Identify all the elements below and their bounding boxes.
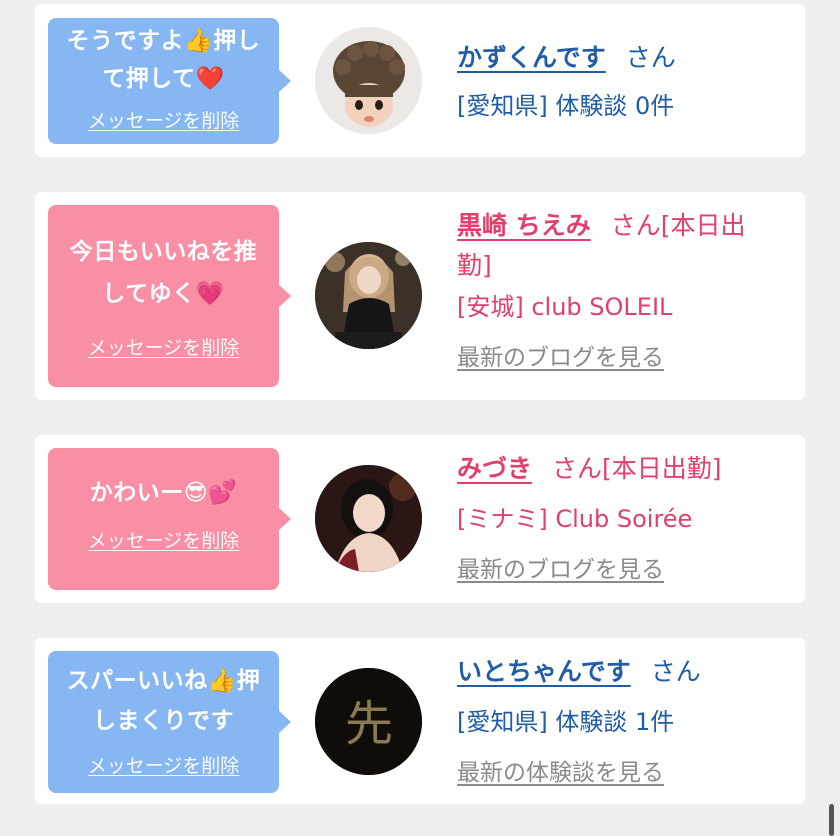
message-text: してゆく💗 bbox=[102, 281, 225, 307]
latest-blog-link[interactable]: 最新のブログを見る bbox=[457, 557, 664, 583]
honorific-status: さん[本日出 bbox=[610, 211, 746, 240]
delete-message-link[interactable]: メッセージを削除 bbox=[88, 333, 240, 360]
message-text: て押して❤️ bbox=[102, 66, 225, 92]
user-info: かずくんです さん [愛知県] 体験談 0件 bbox=[457, 40, 785, 129]
message-text: かわいー😎💕 bbox=[89, 480, 238, 506]
delete-message-link[interactable]: メッセージを削除 bbox=[88, 751, 240, 778]
message-bubble: スパーいいね👍押 しまくりです メッセージを削除 bbox=[48, 651, 291, 793]
user-name-link[interactable]: みづき bbox=[457, 454, 532, 483]
user-info: いとちゃんです さん [愛知県] 体験談 1件 最新の体験談を見る bbox=[457, 652, 785, 787]
message-text: スパーいいね👍押 bbox=[66, 668, 261, 694]
message-card: そうですよ👍押し て押して❤️ メッセージを削除 かずくんです さん [愛知県] … bbox=[35, 4, 805, 157]
cast-photo-avatar bbox=[315, 242, 422, 349]
honorific: さん bbox=[625, 43, 676, 72]
avatar[interactable]: 先 bbox=[315, 668, 422, 775]
user-info: 黒崎 ちえみ さん[本日出 勤] [安城] club SOLEIL 最新のブログを… bbox=[457, 206, 785, 372]
honorific-status: さん[本日出勤] bbox=[552, 454, 722, 483]
avatar[interactable] bbox=[315, 27, 422, 134]
user-name-link[interactable]: いとちゃんです bbox=[457, 657, 631, 686]
latest-review-link[interactable]: 最新の体験談を見る bbox=[457, 760, 664, 786]
delete-message-link[interactable]: メッセージを削除 bbox=[88, 526, 240, 553]
user-name-link[interactable]: かずくんです bbox=[457, 43, 606, 72]
scrollbar[interactable] bbox=[829, 804, 834, 836]
message-card: 今日もいいねを推 してゆく💗 メッセージを削除 黒崎 ちえみ さん[本日出 勤] … bbox=[35, 192, 805, 400]
delete-message-link[interactable]: メッセージを削除 bbox=[88, 106, 240, 133]
dark-kanji-avatar: 先 bbox=[315, 668, 422, 775]
avatar-kanji: 先 bbox=[345, 696, 393, 752]
user-detail: [愛知県] 体験談 0件 bbox=[457, 92, 675, 120]
message-text: そうですよ👍押し bbox=[66, 28, 261, 54]
user-info: みづき さん[本日出勤] [ミナミ] Club Soirée 最新のブログを見る bbox=[457, 449, 785, 584]
cartoon-avatar-icon bbox=[315, 27, 422, 134]
user-detail: [愛知県] 体験談 1件 bbox=[457, 708, 675, 736]
message-bubble: 今日もいいねを推 してゆく💗 メッセージを削除 bbox=[48, 205, 291, 387]
cast-photo-avatar bbox=[315, 465, 422, 572]
message-bubble: かわいー😎💕 メッセージを削除 bbox=[48, 448, 291, 590]
avatar[interactable] bbox=[315, 242, 422, 349]
user-name-link[interactable]: 黒崎 ちえみ bbox=[457, 211, 591, 240]
latest-blog-link[interactable]: 最新のブログを見る bbox=[457, 345, 664, 371]
shop-detail: [安城] club SOLEIL bbox=[457, 293, 673, 321]
message-card: スパーいいね👍押 しまくりです メッセージを削除 先 いとちゃんです さん [愛知… bbox=[35, 638, 805, 804]
shop-detail: [ミナミ] Club Soirée bbox=[457, 505, 693, 533]
message-card: かわいー😎💕 メッセージを削除 みづき さん[本日出勤] [ミナミ] Club S… bbox=[35, 435, 805, 603]
honorific: さん bbox=[650, 657, 701, 686]
message-bubble: そうですよ👍押し て押して❤️ メッセージを削除 bbox=[48, 18, 291, 144]
avatar[interactable] bbox=[315, 465, 422, 572]
message-text: 今日もいいねを推 bbox=[69, 239, 258, 265]
message-text: しまくりです bbox=[93, 708, 234, 734]
honorific-status-cont: 勤] bbox=[457, 251, 492, 280]
